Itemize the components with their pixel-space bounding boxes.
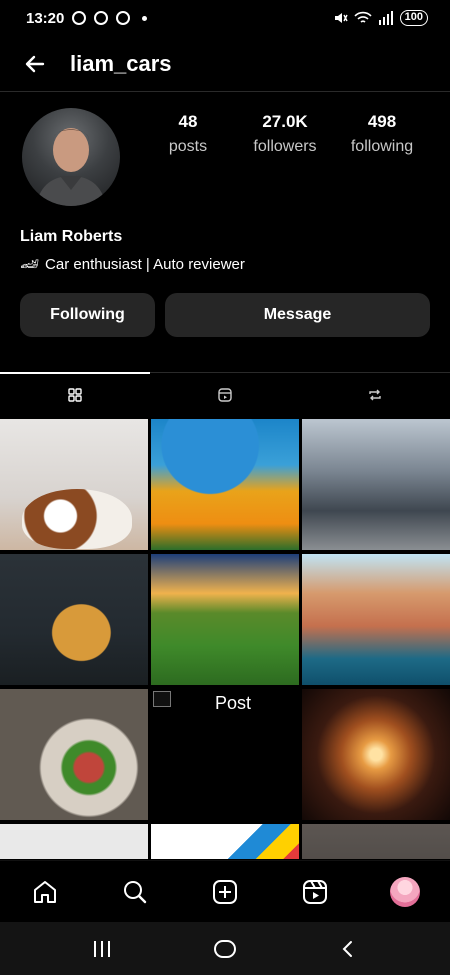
posts-grid: Post [0, 419, 450, 859]
profile-stats: 48 posts 27.0K followers 498 following [140, 112, 430, 156]
profile-bio: 🏎 Car enthusiast | Auto reviewer [20, 255, 245, 274]
status-bar: 13:20 100 [0, 0, 450, 36]
profile-avatar-icon [390, 876, 420, 907]
back-system-button[interactable] [318, 922, 378, 975]
nav-search[interactable] [103, 861, 167, 923]
stat-label: following [350, 138, 414, 155]
reels-icon [303, 879, 327, 904]
nav-home[interactable] [13, 861, 77, 923]
search-icon [124, 880, 147, 903]
system-navigation [0, 922, 450, 975]
back-chevron-icon [342, 940, 353, 957]
home-circle-icon [213, 939, 236, 958]
more-notifications-icon [142, 15, 148, 21]
race-car-emoji: 🏎 [20, 256, 40, 273]
tab-posts-grid[interactable] [0, 372, 150, 416]
profile-name: Liam Roberts [20, 228, 123, 245]
home-icon [34, 880, 56, 903]
back-arrow-icon [25, 55, 45, 72]
nav-profile[interactable] [373, 861, 437, 923]
post-thumbnail-concert[interactable] [302, 689, 450, 820]
message-button[interactable]: Message [165, 293, 430, 337]
post-thumbnail-city-street[interactable] [302, 419, 450, 550]
repost-icon [369, 389, 381, 400]
message-notification-icon [116, 11, 131, 25]
status-right: 100 [332, 10, 428, 26]
profile-username: liam_cars [70, 50, 172, 76]
stat-followers[interactable]: 27.0K followers [237, 112, 333, 156]
back-button[interactable] [0, 36, 70, 92]
stat-posts[interactable]: 48 posts [140, 112, 236, 156]
status-time: 13:20 [26, 9, 65, 27]
notification-icon [94, 11, 109, 25]
following-button[interactable]: Following [20, 293, 155, 337]
post-thumbnail-broken[interactable]: Post [151, 689, 299, 820]
recent-apps-icon [93, 940, 110, 957]
broken-post-alt-text: Post [215, 693, 252, 713]
broken-image-icon [153, 691, 171, 707]
signal-icon [378, 11, 393, 25]
stat-value: 48 [178, 112, 198, 131]
avatar[interactable] [22, 108, 120, 206]
stat-value: 27.0K [262, 112, 308, 131]
home-button[interactable] [195, 922, 255, 975]
profile-summary: 48 posts 27.0K followers 498 following [0, 100, 450, 210]
tab-reposts[interactable] [300, 373, 450, 416]
avatar-portrait [36, 128, 106, 206]
bottom-navigation [0, 860, 450, 922]
stat-value: 498 [367, 112, 397, 131]
post-thumbnail-coastal-village[interactable] [302, 554, 450, 685]
battery-indicator: 100 [399, 10, 428, 26]
reels-icon [218, 387, 232, 402]
add-post-icon [213, 879, 237, 904]
profile-tabs [0, 372, 450, 416]
stat-label: followers [253, 138, 317, 155]
post-thumbnail-flowers[interactable] [151, 419, 299, 550]
nav-reels[interactable] [283, 861, 347, 923]
recent-apps-button[interactable] [72, 922, 132, 975]
notification-icon [72, 11, 87, 25]
post-thumbnail[interactable] [0, 824, 148, 859]
profile-header: liam_cars [0, 36, 450, 92]
post-thumbnail[interactable] [302, 824, 450, 859]
mute-icon [334, 13, 348, 23]
grid-icon [68, 387, 82, 402]
tab-reels[interactable] [150, 373, 300, 416]
nav-create[interactable] [193, 861, 257, 923]
status-left: 13:20 [26, 9, 148, 27]
post-thumbnail-food[interactable] [0, 689, 148, 820]
stat-following[interactable]: 498 following [334, 112, 430, 156]
wifi-icon [354, 11, 372, 23]
post-thumbnail-paint[interactable] [151, 824, 299, 859]
post-thumbnail-landscape[interactable] [151, 554, 299, 685]
post-thumbnail-pancakes[interactable] [0, 554, 148, 685]
post-thumbnail-dog[interactable] [0, 419, 148, 550]
bio-text: Car enthusiast | Auto reviewer [45, 255, 245, 273]
stat-label: posts [168, 138, 208, 155]
